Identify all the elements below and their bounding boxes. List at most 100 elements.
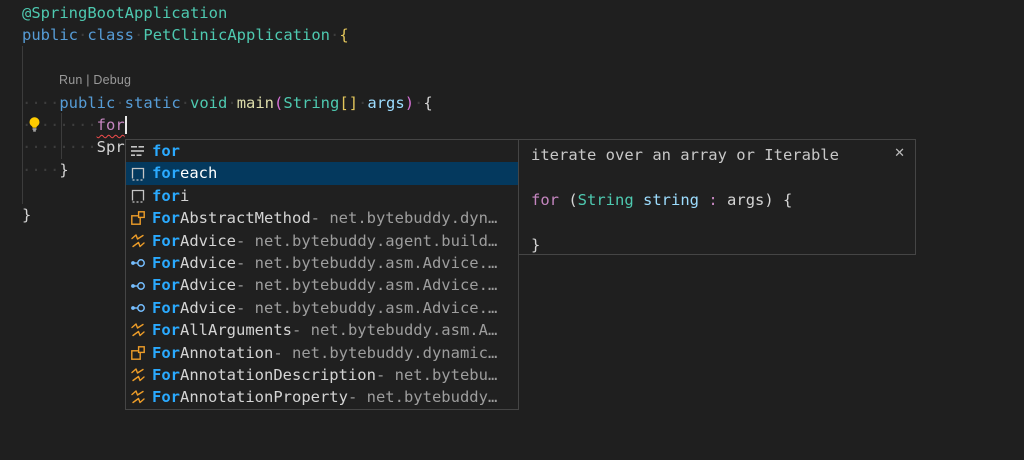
code-token: ) { <box>764 191 792 209</box>
suggestion-row[interactable]: ForAnnotationDescription - net.bytebu… <box>126 364 518 386</box>
code-token: String <box>283 94 339 112</box>
suggestion-match-text: for <box>152 185 180 207</box>
suggestion-row[interactable]: ForAnnotationProperty - net.bytebuddy… <box>126 386 518 408</box>
interface-icon <box>130 300 146 316</box>
codelens-debug-link[interactable]: Debug <box>93 73 131 87</box>
code-token: · <box>414 94 423 112</box>
suggestion-match-text: For <box>152 364 180 386</box>
code-token: { <box>339 26 348 44</box>
code-line[interactable]: } <box>22 204 31 227</box>
suggestion-match-text: For <box>152 386 180 408</box>
class-icon <box>130 345 146 361</box>
code-line[interactable]: ········Spr <box>22 136 125 159</box>
code-token: ) <box>405 94 414 112</box>
code-token: · <box>358 94 367 112</box>
code-token <box>718 191 727 209</box>
snippet-icon <box>130 188 146 204</box>
suggestion-label-text: Advice <box>180 297 236 319</box>
suggestion-detail-text: - net.bytebuddy.asm.Advice.… <box>236 297 497 319</box>
annotation-icon <box>130 367 146 383</box>
snippet-icon <box>130 166 146 182</box>
suggestion-detail-text: - net.bytebuddy.asm.A… <box>292 319 497 341</box>
suggestion-label-text: Advice <box>180 230 236 252</box>
suggestion-row[interactable]: ForAdvice - net.bytebuddy.agent.build… <box>126 230 518 252</box>
suggestion-match-text: For <box>152 230 180 252</box>
code-token: · <box>115 94 124 112</box>
suggestion-row[interactable]: ForAbstractMethod - net.bytebuddy.dyn… <box>126 207 518 229</box>
suggestion-label-text: AnnotationDescription <box>180 364 376 386</box>
annotation-icon <box>130 389 146 405</box>
code-line[interactable]: @SpringBootApplication <box>22 2 227 25</box>
suggestion-row[interactable]: ForAdvice - net.bytebuddy.asm.Advice.… <box>126 252 518 274</box>
suggestion-detail-text: - net.bytebu… <box>376 364 497 386</box>
class-icon <box>130 210 146 226</box>
code-token: Spr <box>97 138 125 156</box>
codelens-run-link[interactable]: Run <box>59 73 83 87</box>
suggestion-detail-text: - net.bytebuddy.agent.build… <box>236 230 497 252</box>
suggestion-row[interactable]: ForAllArguments - net.bytebuddy.asm.A… <box>126 319 518 341</box>
code-token: void <box>190 94 227 112</box>
annotation-icon <box>130 322 146 338</box>
code-line[interactable]: public·class·PetClinicApplication·{ <box>22 24 349 47</box>
code-token: string <box>643 191 699 209</box>
code-token: static <box>125 94 181 112</box>
suggestion-doc-code: for (String string : args) {} <box>531 166 907 256</box>
code-token: ···· <box>22 161 59 179</box>
code-token: String <box>578 191 634 209</box>
code-token: @SpringBootApplication <box>22 4 227 22</box>
suggestion-label-text: each <box>180 162 217 184</box>
doc-code-line: for (String string : args) { <box>531 189 907 211</box>
code-token: args <box>367 94 404 112</box>
code-token: · <box>78 26 87 44</box>
code-token <box>699 191 708 209</box>
suggestion-label-text: Advice <box>180 252 236 274</box>
code-token: } <box>531 236 540 254</box>
code-token: { <box>423 94 432 112</box>
suggestion-label-text: AbstractMethod <box>180 207 311 229</box>
lightbulb-icon[interactable] <box>26 116 43 133</box>
code-token: PetClinicApplication <box>143 26 330 44</box>
suggestion-row[interactable]: ForAdvice - net.bytebuddy.asm.Advice.… <box>126 297 518 319</box>
keyword-icon <box>130 143 146 159</box>
code-token: for <box>97 116 125 134</box>
code-token: for <box>531 191 559 209</box>
code-token: public <box>22 26 78 44</box>
suggestion-label-text: Annotation <box>180 342 273 364</box>
vscode-editor: @SpringBootApplicationpublic·class·PetCl… <box>0 0 1024 460</box>
suggestion-match-text: For <box>152 274 180 296</box>
code-token: · <box>227 94 236 112</box>
suggestion-match-text: For <box>152 342 180 364</box>
code-line[interactable]: ····} <box>22 159 69 182</box>
code-token: class <box>87 26 134 44</box>
suggestion-row[interactable]: ForAdvice - net.bytebuddy.asm.Advice.… <box>126 274 518 296</box>
code-token: : <box>708 191 717 209</box>
suggestion-row[interactable]: for <box>126 140 518 162</box>
code-token: } <box>59 161 68 179</box>
interface-icon <box>130 255 146 271</box>
annotation-icon <box>130 233 146 249</box>
code-token: public <box>59 94 115 112</box>
close-icon[interactable]: ✕ <box>894 147 905 160</box>
code-token: ········ <box>22 138 97 156</box>
suggestion-detail-text: - net.bytebuddy.dyn… <box>311 207 498 229</box>
code-token: main <box>237 94 274 112</box>
doc-code-line <box>531 211 907 233</box>
suggestion-detail-text: - net.bytebuddy.asm.Advice.… <box>236 274 497 296</box>
suggestion-label-text: AnnotationProperty <box>180 386 348 408</box>
code-token: ( <box>559 191 578 209</box>
code-token: ···· <box>22 94 59 112</box>
suggestion-row[interactable]: foreach <box>126 162 518 184</box>
suggestion-row[interactable]: ForAnnotation - net.bytebuddy.dynamic… <box>126 342 518 364</box>
suggestion-detail-text: - net.bytebuddy… <box>348 386 497 408</box>
code-token: · <box>134 26 143 44</box>
code-line[interactable]: ····public·static·void·main(String[]·arg… <box>22 92 433 115</box>
code-token: ( <box>274 94 283 112</box>
suggestion-row[interactable]: fori <box>126 185 518 207</box>
suggest-widget: forforeachforiForAbstractMethod - net.by… <box>125 139 519 410</box>
suggestion-match-text: for <box>152 162 180 184</box>
interface-icon <box>130 278 146 294</box>
codelens: Run | Debug <box>59 72 131 88</box>
suggestion-detail-text: - net.bytebuddy.asm.Advice.… <box>236 252 497 274</box>
code-token: [] <box>339 94 358 112</box>
codelens-separator: | <box>86 73 89 87</box>
